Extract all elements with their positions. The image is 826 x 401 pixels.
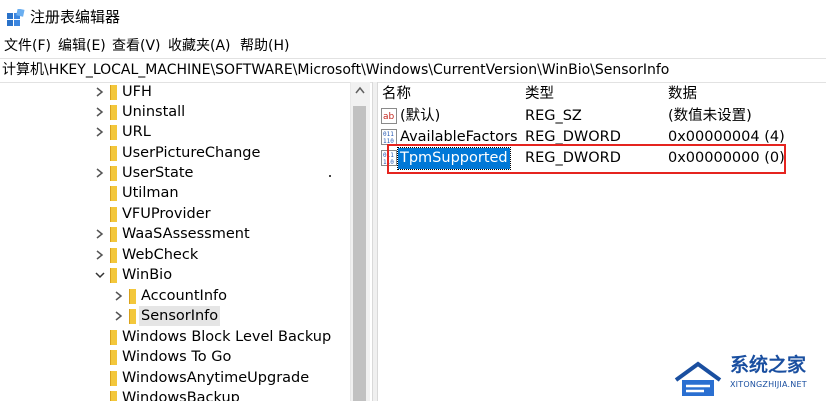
folder-icon <box>129 309 136 324</box>
chevron-right-icon[interactable] <box>113 286 125 306</box>
tree-item-label: Uninstall <box>122 104 186 120</box>
key-tree: UFH Uninstall URL UserPictureChange User… <box>0 82 372 401</box>
value-name: (默认) <box>400 108 441 124</box>
chevron-right-icon[interactable] <box>94 122 106 142</box>
value-data: (数值未设置) <box>668 108 752 124</box>
tree-item-label: Windows To Go <box>122 349 232 365</box>
folder-icon <box>110 391 117 401</box>
binary-value-icon: 011 110 <box>381 129 397 145</box>
folder-icon <box>110 268 117 283</box>
column-header-name[interactable]: 名称 <box>382 84 411 104</box>
chevron-right-icon[interactable] <box>113 306 125 326</box>
tree-item-label: WindowsAnytimeUpgrade <box>122 370 310 386</box>
chevron-right-icon[interactable] <box>94 163 106 183</box>
folder-icon <box>110 227 117 242</box>
menu-help[interactable]: 帮助(H) <box>240 34 289 58</box>
folder-icon <box>110 125 117 140</box>
folder-icon <box>110 207 117 222</box>
tree-item-label: VFUProvider <box>122 206 211 222</box>
svg-text:011: 011 <box>383 131 394 138</box>
menu-bar: 文件(F) 编辑(E) 查看(V) 收藏夹(A) 帮助(H) <box>0 34 826 58</box>
folder-icon <box>129 289 136 304</box>
folder-icon <box>110 85 117 100</box>
string-value-icon: ab <box>381 108 397 124</box>
title-bar: 注册表编辑器 <box>0 0 826 34</box>
chevron-right-icon[interactable] <box>94 245 106 265</box>
menu-view[interactable]: 查看(V) <box>112 34 161 58</box>
tree-item-label: WinBio <box>122 267 173 283</box>
menu-edit[interactable]: 编辑(E) <box>58 34 106 58</box>
column-header-type[interactable]: 类型 <box>525 84 554 104</box>
stray-dot <box>329 175 331 177</box>
folder-icon <box>110 186 117 201</box>
tree-item-label: URL <box>122 124 151 140</box>
house-logo-icon <box>674 361 722 396</box>
tree-item-label: UFH <box>122 84 152 100</box>
tree-item-label: UserPictureChange <box>122 145 261 161</box>
tree-item-label: WaaSAssessment <box>122 226 250 242</box>
menu-file[interactable]: 文件(F) <box>4 34 51 58</box>
tree-item-label: SensorInfo <box>139 306 221 326</box>
address-path[interactable]: 计算机\HKEY_LOCAL_MACHINE\SOFTWARE\Microsof… <box>2 59 669 81</box>
annotation-highlight-box <box>387 144 786 174</box>
chevron-right-icon[interactable] <box>94 224 106 244</box>
folder-icon <box>110 371 117 386</box>
tree-item-label: Utilman <box>122 185 179 201</box>
chevron-right-icon[interactable] <box>94 82 106 102</box>
folder-icon <box>110 248 117 263</box>
value-type: REG_SZ <box>525 108 582 124</box>
folder-icon <box>110 105 117 120</box>
value-row-default[interactable]: ab (默认) REG_SZ (数值未设置) <box>378 106 826 127</box>
tree-item-label: WebCheck <box>122 247 199 263</box>
chevron-down-icon[interactable] <box>94 265 106 285</box>
column-header-data[interactable]: 数据 <box>668 84 697 104</box>
folder-icon <box>110 166 117 181</box>
watermark-title: 系统之家 <box>730 354 807 376</box>
svg-text:ab: ab <box>383 112 395 122</box>
tree-scrollbar-thumb[interactable] <box>353 106 366 401</box>
address-bar[interactable]: 计算机\HKEY_LOCAL_MACHINE\SOFTWARE\Microsof… <box>0 58 826 83</box>
watermark-url: XITONGZHIJIA.NET <box>730 380 807 389</box>
scroll-up-arrow-icon[interactable] <box>355 86 365 94</box>
folder-icon <box>110 330 117 345</box>
tree-item-label: Windows Block Level Backup <box>122 329 332 345</box>
tree-item-label: UserState <box>122 165 194 181</box>
tree-item-label: AccountInfo <box>141 288 227 304</box>
folder-icon <box>110 146 117 161</box>
folder-icon <box>110 350 117 365</box>
window-title: 注册表编辑器 <box>30 8 121 26</box>
tree-item-label: WindowsBackup <box>122 390 240 401</box>
menu-favorites[interactable]: 收藏夹(A) <box>168 34 231 58</box>
watermark-logo: 系统之家 XITONGZHIJIA.NET <box>672 352 826 401</box>
registry-editor-icon <box>7 9 25 26</box>
chevron-right-icon[interactable] <box>94 102 106 122</box>
